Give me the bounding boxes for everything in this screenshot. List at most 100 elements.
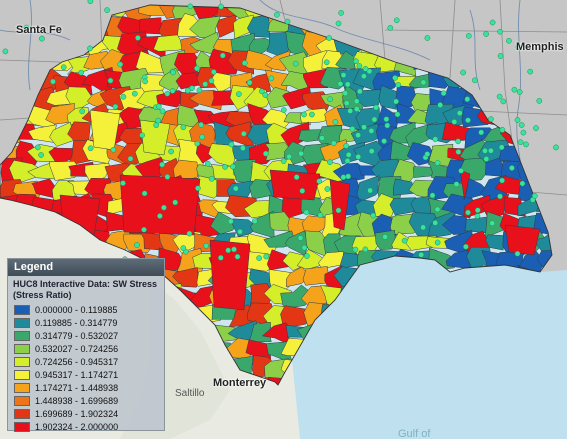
gauge-point[interactable] <box>456 110 463 116</box>
gauge-point[interactable] <box>362 66 369 72</box>
gauge-point[interactable] <box>395 81 402 88</box>
gauge-point[interactable] <box>127 155 134 162</box>
gauge-point[interactable] <box>451 119 458 125</box>
gauge-point[interactable] <box>168 148 174 155</box>
gauge-point[interactable] <box>256 255 262 261</box>
gauge-point[interactable] <box>497 53 504 59</box>
gauge-point[interactable] <box>78 69 85 76</box>
gauge-point[interactable] <box>228 141 235 148</box>
gauge-point[interactable] <box>437 102 444 108</box>
gauge-point[interactable] <box>345 151 352 158</box>
gauge-point[interactable] <box>301 111 307 118</box>
gauge-point[interactable] <box>465 33 472 39</box>
gauge-point[interactable] <box>368 148 375 154</box>
gauge-point[interactable] <box>196 87 203 94</box>
gauge-point[interactable] <box>338 10 344 16</box>
gauge-point[interactable] <box>355 153 362 160</box>
gauge-point[interactable] <box>384 122 391 129</box>
gauge-point[interactable] <box>553 144 559 151</box>
gauge-point[interactable] <box>240 130 247 137</box>
gauge-point[interactable] <box>159 161 165 168</box>
gauge-point[interactable] <box>514 250 521 257</box>
gauge-point[interactable] <box>280 158 287 164</box>
gauge-point[interactable] <box>520 129 527 136</box>
gauge-point[interactable] <box>463 243 469 250</box>
gauge-point[interactable] <box>204 160 211 167</box>
gauge-point[interactable] <box>327 96 333 103</box>
gauge-point[interactable] <box>303 209 310 216</box>
gauge-point[interactable] <box>293 174 300 180</box>
gauge-point[interactable] <box>340 72 347 78</box>
gauge-point[interactable] <box>353 106 360 112</box>
gauge-point[interactable] <box>349 126 356 132</box>
gauge-point[interactable] <box>186 230 193 237</box>
gauge-point[interactable] <box>284 18 291 25</box>
gauge-point[interactable] <box>478 129 485 136</box>
gauge-point[interactable] <box>38 152 44 158</box>
gauge-point[interactable] <box>393 17 400 24</box>
gauge-point[interactable] <box>134 242 140 248</box>
gauge-point[interactable] <box>230 163 236 170</box>
gauge-point[interactable] <box>298 150 304 157</box>
gauge-point[interactable] <box>222 164 228 170</box>
gauge-point[interactable] <box>139 132 145 139</box>
gauge-point[interactable] <box>164 90 171 97</box>
gauge-point[interactable] <box>465 209 471 216</box>
gauge-point[interactable] <box>316 178 323 185</box>
gauge-point[interactable] <box>342 90 349 97</box>
gauge-point[interactable] <box>344 81 351 88</box>
gauge-point[interactable] <box>297 235 304 241</box>
huc8-watershed[interactable] <box>504 224 541 256</box>
gauge-point[interactable] <box>155 117 162 124</box>
gauge-point[interactable] <box>274 11 280 18</box>
gauge-point[interactable] <box>361 73 367 80</box>
gauge-point[interactable] <box>474 207 481 214</box>
gauge-point[interactable] <box>432 136 439 143</box>
map-view[interactable]: Santa Fe Memphis Monterrey Saltillo Gulf… <box>0 0 567 439</box>
gauge-point[interactable] <box>509 165 515 171</box>
gauge-point[interactable] <box>489 19 496 26</box>
gauge-point[interactable] <box>483 156 490 162</box>
gauge-point[interactable] <box>286 153 292 160</box>
gauge-point[interactable] <box>483 31 489 37</box>
gauge-point[interactable] <box>498 144 505 151</box>
gauge-point[interactable] <box>371 116 378 123</box>
gauge-point[interactable] <box>155 103 162 110</box>
gauge-point[interactable] <box>420 224 426 231</box>
gauge-point[interactable] <box>353 98 360 105</box>
gauge-point[interactable] <box>453 181 460 188</box>
gauge-point[interactable] <box>246 79 253 86</box>
gauge-point[interactable] <box>107 77 114 84</box>
gauge-point[interactable] <box>60 64 67 71</box>
gauge-point[interactable] <box>432 219 439 226</box>
gauge-point[interactable] <box>232 185 239 192</box>
gauge-point[interactable] <box>387 25 394 31</box>
gauge-point[interactable] <box>489 220 496 227</box>
gauge-point[interactable] <box>202 81 209 87</box>
gauge-point[interactable] <box>511 86 518 93</box>
gauge-point[interactable] <box>268 75 275 82</box>
gauge-point[interactable] <box>394 111 401 118</box>
gauge-point[interactable] <box>234 253 241 260</box>
gauge-point[interactable] <box>499 177 505 184</box>
gauge-point[interactable] <box>497 28 503 35</box>
gauge-point[interactable] <box>262 150 269 157</box>
gauge-point[interactable] <box>420 79 427 86</box>
gauge-point[interactable] <box>120 93 127 100</box>
gauge-point[interactable] <box>330 140 337 147</box>
gauge-point[interactable] <box>465 117 471 124</box>
gauge-point[interactable] <box>506 37 512 44</box>
gauge-point[interactable] <box>319 135 325 141</box>
gauge-point[interactable] <box>464 96 471 102</box>
gauge-point[interactable] <box>335 20 342 27</box>
gauge-point[interactable] <box>424 151 431 157</box>
gauge-point[interactable] <box>323 59 330 66</box>
gauge-point[interactable] <box>180 124 187 131</box>
gauge-point[interactable] <box>317 212 324 219</box>
gauge-point[interactable] <box>496 93 503 100</box>
gauge-point[interactable] <box>180 245 187 251</box>
gauge-point[interactable] <box>198 121 204 128</box>
gauge-point[interactable] <box>499 127 506 133</box>
gauge-point[interactable] <box>34 144 41 151</box>
gauge-point[interactable] <box>309 111 315 118</box>
